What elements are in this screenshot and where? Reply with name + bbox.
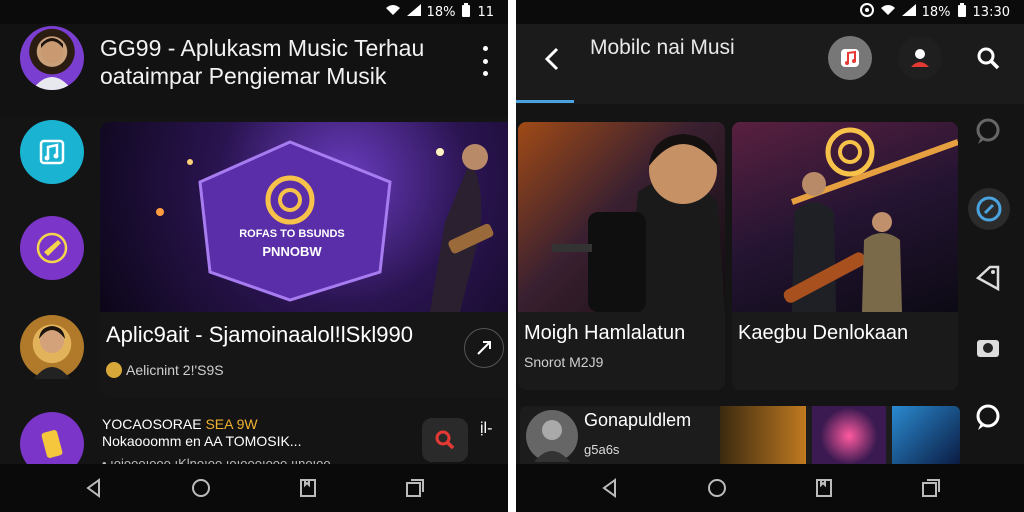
system-nav-bar: [516, 464, 1024, 512]
left-phone-screen: 18% 11 GG99 - Aplukasm Music Terhau oata…: [0, 0, 508, 512]
tag-icon[interactable]: [968, 258, 1008, 298]
wifi-icon: [385, 4, 401, 20]
profile-avatar[interactable]: [20, 26, 84, 90]
battery-icon: [461, 3, 471, 21]
signal-icon: [406, 4, 421, 20]
home-nav-icon[interactable]: [704, 475, 730, 501]
playlist-strip[interactable]: Gonapuldlem g5a6s: [520, 406, 960, 466]
strip-subtitle: g5a6s: [584, 442, 620, 457]
app-header: Mobilc nai Musi: [516, 24, 1024, 104]
music-note-icon[interactable]: [20, 120, 84, 184]
strip-thumbnail: [812, 406, 886, 466]
card-title: Kaegbu Denlokaan: [738, 322, 909, 344]
music-card[interactable]: Moigh Hamlalatun Snorot M2J9: [518, 122, 725, 390]
wifi-icon: [880, 4, 896, 20]
featured-card[interactable]: ROFAS TO BSUNDS PNNOBW Aplic9ait - Sjamo…: [100, 122, 508, 398]
active-tab-indicator: [516, 100, 574, 103]
back-arrow-icon[interactable]: [538, 44, 568, 74]
music-app-icon[interactable]: [828, 36, 872, 80]
share-button[interactable]: [464, 328, 504, 368]
chat-icon[interactable]: [968, 112, 1008, 152]
search-button[interactable]: [422, 418, 468, 462]
featured-artwork: ROFAS TO BSUNDS PNNOBW: [100, 122, 508, 312]
card-title: Moigh Hamlalatun: [524, 322, 686, 344]
card-artwork: [518, 122, 725, 312]
bookmark-nav-icon[interactable]: [295, 475, 321, 501]
status-bar: 18% 11: [0, 0, 508, 24]
badge-text-line1: ROFAS TO BSUNDS: [239, 228, 345, 240]
system-nav-bar: [0, 464, 508, 512]
status-bar: 18% 13:30: [516, 0, 1024, 24]
message-icon[interactable]: [968, 398, 1008, 438]
app-header: GG99 - Aplukasm Music Terhau oataimpar P…: [0, 24, 508, 116]
strip-thumbnail: [720, 406, 806, 466]
list-item-extra: ịl-: [480, 420, 493, 437]
notification-icon: [859, 3, 874, 21]
artist-avatar[interactable]: [20, 315, 84, 379]
list-item[interactable]: YOCAOSORAE SEA 9W Nokaooomm en AA TOMOSI…: [100, 412, 508, 471]
status-time: 13:30: [972, 4, 1010, 20]
back-nav-icon[interactable]: [81, 475, 107, 501]
page-title: Mobilc nai Musi: [590, 36, 735, 59]
signal-icon: [901, 4, 916, 20]
card-artwork: [732, 122, 958, 312]
compass-icon[interactable]: [968, 188, 1010, 230]
battery-percent: 18%: [921, 4, 951, 20]
coin-icon: [106, 362, 122, 378]
featured-caption: Aplic9ait - Sjamoinaalol!lSkl990 Aelicni…: [100, 312, 508, 398]
recents-nav-icon[interactable]: [402, 475, 428, 501]
page-title: GG99 - Aplukasm Music Terhau oataimpar P…: [100, 35, 425, 89]
screen-divider: [508, 0, 516, 512]
recents-nav-icon[interactable]: [918, 475, 944, 501]
list-item-title: YOCAOSORAE SEA 9W Nokaooomm en AA TOMOSI…: [102, 416, 302, 449]
battery-percent: 18%: [426, 4, 456, 20]
horn-icon[interactable]: [20, 216, 84, 280]
card-subtitle: Snorot M2J9: [524, 354, 604, 370]
right-phone-screen: 18% 13:30 Mobilc nai Musi Moigh Hamlalat…: [516, 0, 1024, 512]
music-card[interactable]: Kaegbu Denlokaan: [732, 122, 958, 390]
side-action-rail: [954, 24, 1024, 464]
featured-title: Aplic9ait - Sjamoinaalol!lSkl990: [106, 322, 413, 347]
badge-text-line2: PNNOBW: [262, 244, 322, 259]
camera-icon[interactable]: [968, 328, 1008, 368]
strip-thumbnail: [892, 406, 960, 466]
strip-title: Gonapuldlem: [584, 410, 692, 430]
bookmark-nav-icon[interactable]: [811, 475, 837, 501]
featured-subtitle: Aelicnint 2!'S9S: [126, 362, 224, 378]
strip-avatar: [526, 410, 578, 462]
status-time: 11: [477, 4, 494, 20]
user-icon[interactable]: [898, 36, 942, 80]
home-nav-icon[interactable]: [188, 475, 214, 501]
back-nav-icon[interactable]: [597, 475, 623, 501]
battery-icon: [957, 3, 967, 21]
more-options-icon[interactable]: [480, 46, 490, 76]
